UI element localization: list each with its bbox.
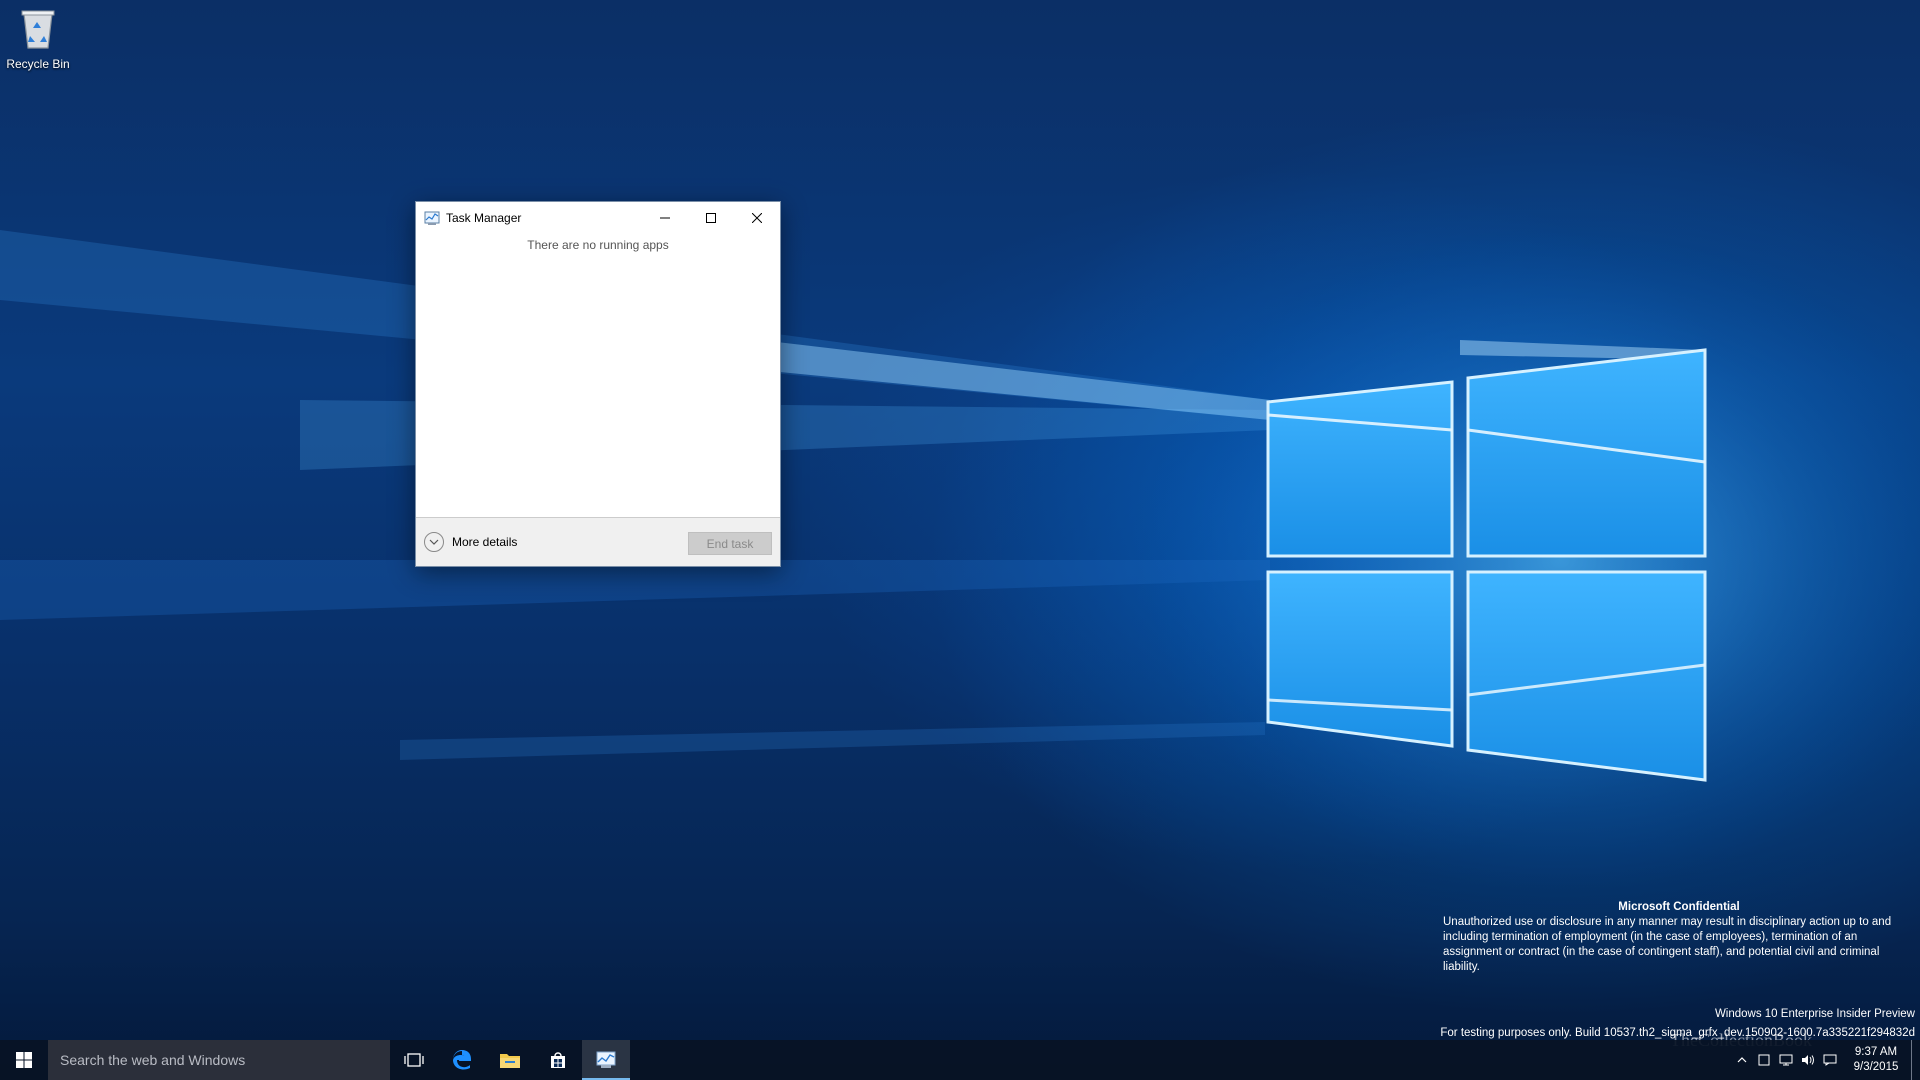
maximize-icon [706, 213, 716, 223]
start-button[interactable] [0, 1040, 48, 1080]
clock-date: 9/3/2015 [1853, 1061, 1899, 1073]
close-button[interactable] [734, 202, 780, 234]
title-bar[interactable]: Task Manager [416, 202, 780, 234]
close-icon [752, 213, 762, 223]
network-icon [1779, 1054, 1793, 1066]
store-button[interactable] [534, 1040, 582, 1080]
recycle-bin-label: Recycle Bin [6, 57, 70, 71]
chevron-up-icon [1737, 1057, 1747, 1063]
no-apps-message: There are no running apps [527, 238, 669, 252]
windows-start-icon [16, 1052, 32, 1068]
folder-icon [500, 1054, 520, 1068]
action-center-button[interactable] [1819, 1040, 1841, 1080]
edition-text: Windows 10 Enterprise Insider Preview [1714, 1008, 1915, 1020]
notification-icon [1823, 1054, 1837, 1066]
end-task-button[interactable]: End task [688, 532, 772, 555]
task-view-button[interactable] [390, 1040, 438, 1080]
confidential-body: Unauthorized use or disclosure in any ma… [1443, 916, 1892, 973]
system-tray: 9:37 AM 9/3/2015 [1731, 1040, 1920, 1080]
minimize-icon [660, 217, 670, 219]
edge-browser-icon [453, 1050, 471, 1070]
task-manager-taskbar-icon [596, 1051, 616, 1068]
tray-app-button[interactable] [1753, 1040, 1775, 1080]
network-button[interactable] [1775, 1040, 1797, 1080]
window-icon [1758, 1054, 1770, 1066]
taskbar: Search the web and Windows 9:37 AM 9/3/2… [0, 1040, 1920, 1080]
volume-button[interactable] [1797, 1040, 1819, 1080]
show-desktop-button[interactable] [1911, 1040, 1920, 1080]
store-icon [551, 1052, 565, 1068]
search-box[interactable]: Search the web and Windows [48, 1040, 390, 1080]
more-details-toggle[interactable]: More details [424, 532, 517, 552]
chevron-down-icon [424, 532, 444, 552]
maximize-button[interactable] [688, 202, 734, 234]
search-placeholder: Search the web and Windows [60, 1052, 246, 1068]
build-watermark: Windows 10 Enterprise Insider Preview Fo… [1355, 1005, 1915, 1043]
recycle-bin-icon [21, 10, 55, 49]
task-view-icon [404, 1053, 424, 1067]
task-manager-icon [424, 211, 440, 225]
confidential-notice: Microsoft Confidential Unauthorized use … [1443, 900, 1915, 975]
task-manager-taskbar-button[interactable] [582, 1040, 630, 1080]
clock-time: 9:37 AM [1854, 1046, 1898, 1058]
confidential-title: Microsoft Confidential [1618, 901, 1740, 913]
more-details-label: More details [452, 535, 518, 549]
minimize-button[interactable] [642, 202, 688, 234]
edge-button[interactable] [438, 1040, 486, 1080]
task-manager-window[interactable]: Task Manager There are no running apps M… [415, 201, 781, 567]
window-title: Task Manager [446, 211, 522, 225]
clock[interactable]: 9:37 AM 9/3/2015 [1841, 1045, 1911, 1075]
window-footer: More details End task [416, 517, 780, 566]
file-explorer-button[interactable] [486, 1040, 534, 1080]
recycle-bin-desktop-icon[interactable]: Recycle Bin [6, 6, 70, 71]
show-hidden-icons-button[interactable] [1731, 1040, 1753, 1080]
speaker-icon [1802, 1055, 1814, 1065]
